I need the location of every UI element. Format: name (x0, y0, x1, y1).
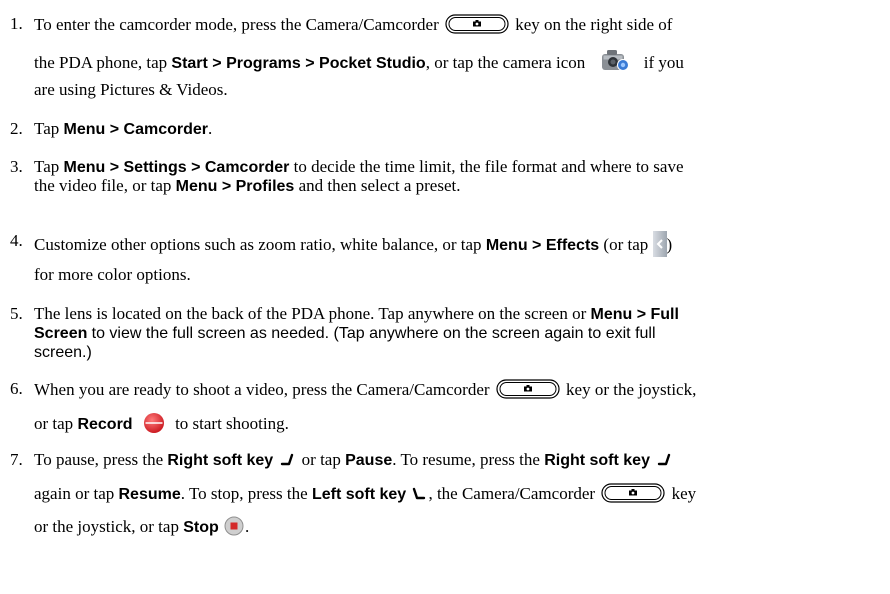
step-number: 4. (10, 231, 23, 250)
right-soft-key-label: Right soft key (544, 452, 650, 469)
camera-camcorder-key-icon (601, 483, 665, 503)
right-soft-key-icon (281, 453, 294, 466)
menu-path-effects: Menu > Effects (485, 237, 600, 254)
step-number: 5. (10, 304, 23, 323)
step-number: 3. (10, 157, 23, 176)
right-soft-key-icon (658, 453, 671, 466)
step-number: 7. (10, 450, 23, 469)
step-number: 6. (10, 379, 23, 398)
record-icon (143, 413, 164, 433)
left-soft-key-label: Left soft key (311, 486, 407, 503)
menu-path-start-programs-pocket-studio: Start > Programs > Pocket Studio (171, 55, 426, 72)
stop-icon (224, 516, 244, 536)
left-arrow-icon (652, 231, 667, 257)
step-number: 1. (10, 14, 23, 33)
step-number: 2. (10, 119, 23, 138)
camera-icon (601, 50, 629, 71)
menu-path-full-screen: Menu > Full (590, 306, 679, 323)
left-soft-key-icon (413, 487, 426, 500)
resume-label: Resume (118, 486, 181, 503)
right-soft-key-label: Right soft key (167, 452, 274, 469)
camera-camcorder-key-icon (445, 14, 509, 34)
menu-path-profiles: Menu > Profiles (175, 178, 295, 195)
record-label: Record (77, 416, 133, 433)
stop-label: Stop (183, 519, 219, 536)
instruction-list: 1. To enter the camcorder mode, press th… (10, 14, 697, 536)
menu-path-full-screen-cont: Screen (34, 325, 88, 342)
menu-path-settings-camcorder: Menu > Settings > Camcorder (63, 159, 290, 176)
menu-path-camcorder: Menu > Camcorder (63, 121, 208, 138)
camera-camcorder-key-icon (496, 379, 560, 399)
pause-label: Pause (345, 452, 393, 469)
